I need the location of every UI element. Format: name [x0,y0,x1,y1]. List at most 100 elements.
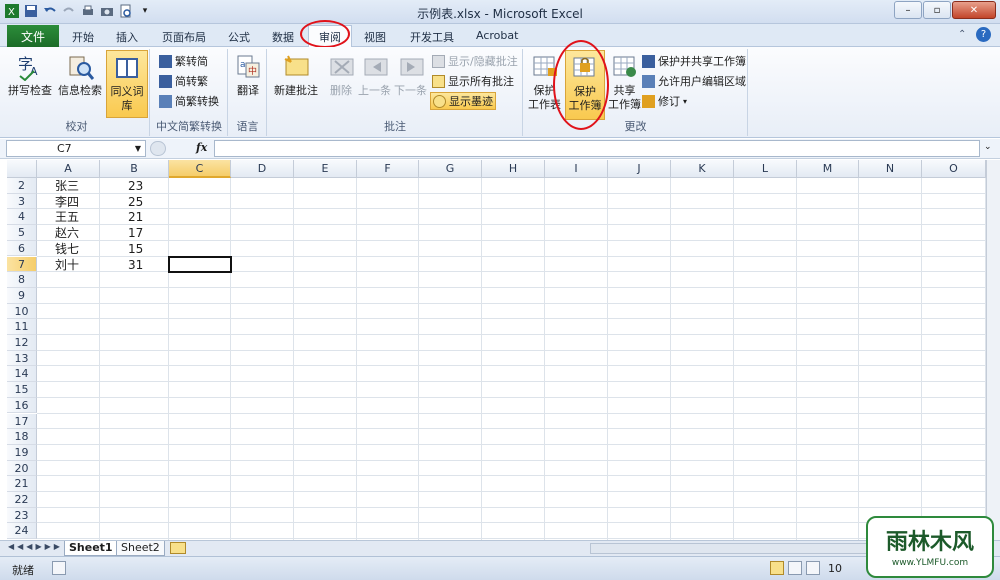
research-button[interactable]: 信息检索 [58,52,102,98]
row-header-10[interactable]: 10 [7,303,37,320]
row-header-24[interactable]: 24 [7,523,37,540]
row-header-19[interactable]: 19 [7,444,37,461]
column-header-e[interactable]: E [294,160,357,178]
row-header-8[interactable]: 8 [7,272,37,288]
show-all-comments-button[interactable]: 显示所有批注 [432,73,514,89]
column-header-d[interactable]: D [231,160,294,178]
page-break-view-icon[interactable] [806,561,820,575]
trad-to-simp-button[interactable]: 繁转简 [159,53,208,69]
show-hide-comment-button[interactable]: 显示/隐藏批注 [432,53,518,69]
row-header-2[interactable]: 2 [7,178,37,194]
cell-value[interactable]: 15 [128,242,143,257]
worksheet-grid[interactable]: A B C D E F G H I J K L M N O 2 3 4 5 6 7 8 9 10 11 12 13 14 15 16 17 1… [7,160,986,540]
page-layout-view-icon[interactable] [788,561,802,575]
zoom-level[interactable]: 10 [828,562,842,575]
column-header-k[interactable]: K [671,160,734,178]
row-header-22[interactable]: 22 [7,492,37,508]
sheet-tab-sheet1[interactable]: Sheet1 [64,541,118,556]
row-header-6[interactable]: 6 [7,240,37,257]
previous-comment-button[interactable]: 上一条 [358,52,391,98]
spell-check-button[interactable]: 字A 拼写检查 [8,52,52,98]
active-cell-cursor[interactable] [168,255,232,274]
column-header-a[interactable]: A [37,160,100,178]
insert-sheet-icon[interactable] [170,542,186,554]
close-button[interactable]: ✕ [952,1,996,19]
row-header-21[interactable]: 21 [7,476,37,492]
name-box-dropdown-icon[interactable]: ▼ [135,144,141,153]
tab-data[interactable]: 数据 [272,29,294,45]
cell-name[interactable]: 张三 [55,179,79,194]
row-header-9[interactable]: 9 [7,287,37,304]
column-header-c[interactable]: C [169,160,231,178]
cell-name[interactable]: 李四 [55,195,79,210]
tab-file[interactable]: 文件 [7,25,59,47]
tab-view[interactable]: 视图 [364,29,386,45]
row-header-5[interactable]: 5 [7,225,37,241]
insert-function-icon[interactable]: fx [196,141,207,154]
tab-insert[interactable]: 插入 [116,29,138,45]
cell-value[interactable]: 23 [128,179,143,194]
select-all-corner[interactable] [7,160,37,178]
row-header-13[interactable]: 13 [7,350,37,367]
macro-record-icon[interactable] [52,561,66,575]
row-header-3[interactable]: 3 [7,193,37,210]
column-header-m[interactable]: M [797,160,859,178]
row-header-18[interactable]: 18 [7,429,37,445]
row-header-7[interactable]: 7 [7,256,37,273]
column-header-g[interactable]: G [419,160,482,178]
column-header-j[interactable]: J [608,160,671,178]
delete-comment-button[interactable]: 删除 [326,52,356,98]
simp-to-trad-button[interactable]: 简转繁 [159,73,208,89]
vertical-scrollbar[interactable] [986,160,1000,540]
formula-bar-toggle[interactable] [150,141,166,156]
row-header-12[interactable]: 12 [7,335,37,351]
formula-input[interactable] [214,140,980,157]
protect-share-workbook-button[interactable]: 保护并共享工作簿 [642,53,746,69]
cell-name[interactable]: 赵六 [55,226,79,241]
sheet-nav-arrows-icon[interactable]: ◀◀◀▶▶▶ [8,542,63,551]
column-header-l[interactable]: L [734,160,797,178]
row-header-23[interactable]: 23 [7,507,37,524]
column-header-h[interactable]: H [482,160,545,178]
cell-name[interactable]: 刘十 [55,258,79,273]
tab-acrobat[interactable]: Acrobat [476,29,518,42]
show-ink-button[interactable]: 显示墨迹 [430,92,496,110]
row-header-20[interactable]: 20 [7,460,37,477]
minimize-ribbon-icon[interactable]: ⌃ [958,29,966,40]
cell-value[interactable]: 31 [128,258,143,273]
tab-home[interactable]: 开始 [72,29,94,45]
translate-button[interactable]: a中 翻译 [233,52,263,98]
tab-formulas[interactable]: 公式 [228,29,250,45]
row-header-17[interactable]: 17 [7,413,37,430]
thesaurus-button[interactable]: 同义词库 [106,50,148,118]
column-header-b[interactable]: B [100,160,169,178]
name-box[interactable]: C7 ▼ [6,140,146,157]
next-comment-button[interactable]: 下一条 [394,52,427,98]
sheet-tab-sheet2[interactable]: Sheet2 [116,541,165,556]
share-workbook-button[interactable]: 共享 工作簿 [608,52,641,112]
row-header-4[interactable]: 4 [7,209,37,226]
row-header-11[interactable]: 11 [7,319,37,335]
column-header-n[interactable]: N [859,160,922,178]
allow-users-edit-ranges-button[interactable]: 允许用户编辑区域 [642,73,746,89]
column-header-f[interactable]: F [357,160,419,178]
cell-value[interactable]: 21 [128,210,143,225]
maximize-button[interactable]: ▫ [923,1,951,19]
row-header-15[interactable]: 15 [7,382,37,398]
row-header-14[interactable]: 14 [7,366,37,383]
column-header-i[interactable]: I [545,160,608,178]
cell-name[interactable]: 钱七 [55,242,79,257]
expand-formula-bar-icon[interactable]: ⌄ [984,142,992,152]
cell-value[interactable]: 17 [128,226,143,241]
help-icon[interactable]: ? [976,27,991,42]
cell-name[interactable]: 王五 [55,210,79,225]
track-changes-button[interactable]: 修订 ▾ [642,93,687,109]
new-comment-button[interactable]: 新建批注 [274,52,318,98]
cell-value[interactable]: 25 [128,195,143,210]
minimize-button[interactable]: – [894,1,922,19]
column-header-o[interactable]: O [922,160,986,178]
chinese-conversion-button[interactable]: 简繁转换 [159,93,219,109]
row-header-16[interactable]: 16 [7,397,37,414]
tab-developer[interactable]: 开发工具 [410,29,454,45]
tab-page-layout[interactable]: 页面布局 [162,29,206,45]
